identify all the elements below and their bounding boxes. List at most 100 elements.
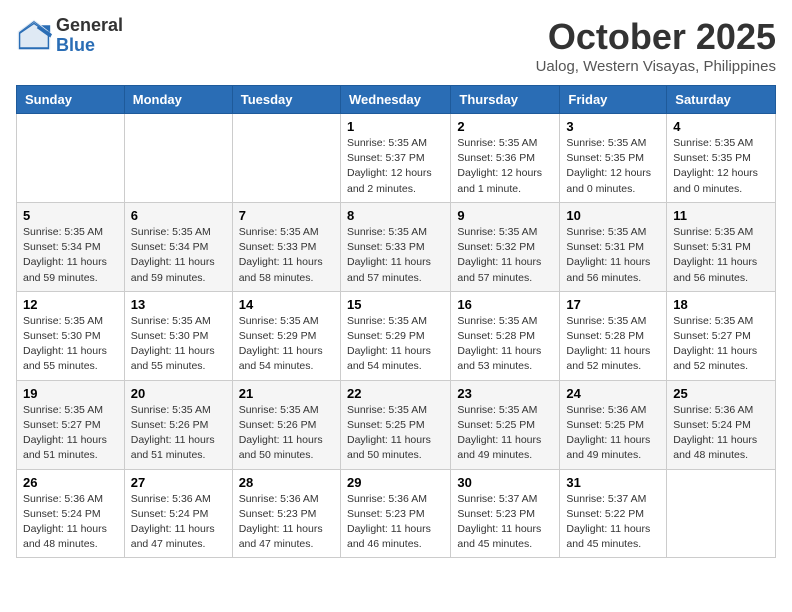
- day-info: Sunrise: 5:35 AM Sunset: 5:35 PM Dayligh…: [673, 136, 769, 197]
- day-number: 11: [673, 208, 769, 223]
- location-title: Ualog, Western Visayas, Philippines: [536, 58, 776, 75]
- day-info: Sunrise: 5:35 AM Sunset: 5:33 PM Dayligh…: [239, 225, 334, 286]
- day-number: 1: [347, 119, 444, 134]
- calendar-cell: 11 Sunrise: 5:35 AM Sunset: 5:31 PM Dayli…: [667, 202, 776, 291]
- calendar-cell: 18Sunrise: 5:35 AM Sunset: 5:27 PM Dayli…: [667, 291, 776, 380]
- calendar-week-5: 26 Sunrise: 5:36 AM Sunset: 5:24 PM Dayli…: [17, 469, 776, 558]
- month-title: October 2025: [536, 16, 776, 58]
- calendar-cell: 28 Sunrise: 5:36 AM Sunset: 5:23 PM Dayli…: [232, 469, 340, 558]
- day-number: 21: [239, 386, 334, 401]
- day-number: 26: [23, 475, 118, 490]
- day-number: 12: [23, 297, 118, 312]
- calendar-cell: [667, 469, 776, 558]
- day-info: Sunrise: 5:37 AM Sunset: 5:22 PM Dayligh…: [566, 492, 660, 553]
- day-info: Sunrise: 5:35 AM Sunset: 5:27 PM Dayligh…: [673, 314, 769, 375]
- day-number: 14: [239, 297, 334, 312]
- day-info: Sunrise: 5:35 AM Sunset: 5:30 PM Dayligh…: [23, 314, 118, 375]
- day-number: 19: [23, 386, 118, 401]
- calendar-cell: 23 Sunrise: 5:35 AM Sunset: 5:25 PM Dayli…: [451, 380, 560, 469]
- calendar-cell: [17, 114, 125, 203]
- day-info: Sunrise: 5:35 AM Sunset: 5:29 PM Dayligh…: [347, 314, 444, 375]
- day-info: Sunrise: 5:35 AM Sunset: 5:36 PM Dayligh…: [457, 136, 553, 197]
- day-number: 23: [457, 386, 553, 401]
- calendar-cell: 3Sunrise: 5:35 AM Sunset: 5:35 PM Daylig…: [560, 114, 667, 203]
- day-info: Sunrise: 5:35 AM Sunset: 5:34 PM Dayligh…: [131, 225, 226, 286]
- calendar-cell: [124, 114, 232, 203]
- day-info: Sunrise: 5:36 AM Sunset: 5:24 PM Dayligh…: [673, 403, 769, 464]
- header-friday: Friday: [560, 86, 667, 114]
- header-saturday: Saturday: [667, 86, 776, 114]
- day-number: 16: [457, 297, 553, 312]
- header-monday: Monday: [124, 86, 232, 114]
- calendar-cell: 31 Sunrise: 5:37 AM Sunset: 5:22 PM Dayli…: [560, 469, 667, 558]
- day-number: 8: [347, 208, 444, 223]
- calendar-cell: 14 Sunrise: 5:35 AM Sunset: 5:29 PM Dayli…: [232, 291, 340, 380]
- calendar-week-4: 19 Sunrise: 5:35 AM Sunset: 5:27 PM Dayli…: [17, 380, 776, 469]
- day-number: 24: [566, 386, 660, 401]
- calendar-cell: 2Sunrise: 5:35 AM Sunset: 5:36 PM Daylig…: [451, 114, 560, 203]
- calendar-cell: 15Sunrise: 5:35 AM Sunset: 5:29 PM Dayli…: [340, 291, 450, 380]
- day-info: Sunrise: 5:37 AM Sunset: 5:23 PM Dayligh…: [457, 492, 553, 553]
- title-section: October 2025 Ualog, Western Visayas, Phi…: [536, 16, 776, 75]
- calendar-cell: 19 Sunrise: 5:35 AM Sunset: 5:27 PM Dayli…: [17, 380, 125, 469]
- day-number: 25: [673, 386, 769, 401]
- day-info: Sunrise: 5:35 AM Sunset: 5:33 PM Dayligh…: [347, 225, 444, 286]
- calendar-week-1: 1Sunrise: 5:35 AM Sunset: 5:37 PM Daylig…: [17, 114, 776, 203]
- header-tuesday: Tuesday: [232, 86, 340, 114]
- calendar-cell: 24 Sunrise: 5:36 AM Sunset: 5:25 PM Dayli…: [560, 380, 667, 469]
- header-wednesday: Wednesday: [340, 86, 450, 114]
- day-number: 5: [23, 208, 118, 223]
- calendar-cell: 29 Sunrise: 5:36 AM Sunset: 5:23 PM Dayli…: [340, 469, 450, 558]
- day-info: Sunrise: 5:35 AM Sunset: 5:31 PM Dayligh…: [673, 225, 769, 286]
- day-info: Sunrise: 5:36 AM Sunset: 5:24 PM Dayligh…: [131, 492, 226, 553]
- calendar-cell: 27Sunrise: 5:36 AM Sunset: 5:24 PM Dayli…: [124, 469, 232, 558]
- calendar-cell: 26 Sunrise: 5:36 AM Sunset: 5:24 PM Dayli…: [17, 469, 125, 558]
- day-info: Sunrise: 5:35 AM Sunset: 5:26 PM Dayligh…: [131, 403, 226, 464]
- logo-icon: [16, 18, 52, 54]
- day-info: Sunrise: 5:35 AM Sunset: 5:25 PM Dayligh…: [347, 403, 444, 464]
- day-info: Sunrise: 5:36 AM Sunset: 5:23 PM Dayligh…: [347, 492, 444, 553]
- day-info: Sunrise: 5:35 AM Sunset: 5:29 PM Dayligh…: [239, 314, 334, 375]
- day-number: 28: [239, 475, 334, 490]
- logo-text: General Blue: [56, 16, 123, 56]
- day-info: Sunrise: 5:35 AM Sunset: 5:25 PM Dayligh…: [457, 403, 553, 464]
- day-number: 4: [673, 119, 769, 134]
- day-info: Sunrise: 5:36 AM Sunset: 5:24 PM Dayligh…: [23, 492, 118, 553]
- calendar-cell: 20 Sunrise: 5:35 AM Sunset: 5:26 PM Dayli…: [124, 380, 232, 469]
- day-info: Sunrise: 5:35 AM Sunset: 5:28 PM Dayligh…: [457, 314, 553, 375]
- day-info: Sunrise: 5:35 AM Sunset: 5:34 PM Dayligh…: [23, 225, 118, 286]
- calendar-header-row: SundayMondayTuesdayWednesdayThursdayFrid…: [17, 86, 776, 114]
- day-number: 20: [131, 386, 226, 401]
- day-info: Sunrise: 5:35 AM Sunset: 5:35 PM Dayligh…: [566, 136, 660, 197]
- calendar-cell: 10Sunrise: 5:35 AM Sunset: 5:31 PM Dayli…: [560, 202, 667, 291]
- calendar-cell: 13 Sunrise: 5:35 AM Sunset: 5:30 PM Dayli…: [124, 291, 232, 380]
- page-header: General Blue October 2025 Ualog, Western…: [16, 16, 776, 75]
- day-number: 7: [239, 208, 334, 223]
- calendar-cell: 1Sunrise: 5:35 AM Sunset: 5:37 PM Daylig…: [340, 114, 450, 203]
- calendar-cell: 17Sunrise: 5:35 AM Sunset: 5:28 PM Dayli…: [560, 291, 667, 380]
- header-thursday: Thursday: [451, 86, 560, 114]
- day-number: 30: [457, 475, 553, 490]
- day-number: 9: [457, 208, 553, 223]
- logo-general: General: [56, 16, 123, 36]
- calendar-cell: 30 Sunrise: 5:37 AM Sunset: 5:23 PM Dayli…: [451, 469, 560, 558]
- day-info: Sunrise: 5:35 AM Sunset: 5:26 PM Dayligh…: [239, 403, 334, 464]
- calendar-cell: 25 Sunrise: 5:36 AM Sunset: 5:24 PM Dayli…: [667, 380, 776, 469]
- day-number: 31: [566, 475, 660, 490]
- logo-blue: Blue: [56, 36, 123, 56]
- day-info: Sunrise: 5:35 AM Sunset: 5:27 PM Dayligh…: [23, 403, 118, 464]
- calendar-cell: [232, 114, 340, 203]
- day-info: Sunrise: 5:36 AM Sunset: 5:25 PM Dayligh…: [566, 403, 660, 464]
- day-number: 22: [347, 386, 444, 401]
- day-number: 13: [131, 297, 226, 312]
- day-info: Sunrise: 5:35 AM Sunset: 5:31 PM Dayligh…: [566, 225, 660, 286]
- day-number: 29: [347, 475, 444, 490]
- day-number: 6: [131, 208, 226, 223]
- day-info: Sunrise: 5:36 AM Sunset: 5:23 PM Dayligh…: [239, 492, 334, 553]
- day-number: 17: [566, 297, 660, 312]
- calendar-cell: 7 Sunrise: 5:35 AM Sunset: 5:33 PM Daylig…: [232, 202, 340, 291]
- day-info: Sunrise: 5:35 AM Sunset: 5:30 PM Dayligh…: [131, 314, 226, 375]
- calendar-cell: 5 Sunrise: 5:35 AM Sunset: 5:34 PM Daylig…: [17, 202, 125, 291]
- calendar-cell: 9Sunrise: 5:35 AM Sunset: 5:32 PM Daylig…: [451, 202, 560, 291]
- calendar-cell: 8 Sunrise: 5:35 AM Sunset: 5:33 PM Daylig…: [340, 202, 450, 291]
